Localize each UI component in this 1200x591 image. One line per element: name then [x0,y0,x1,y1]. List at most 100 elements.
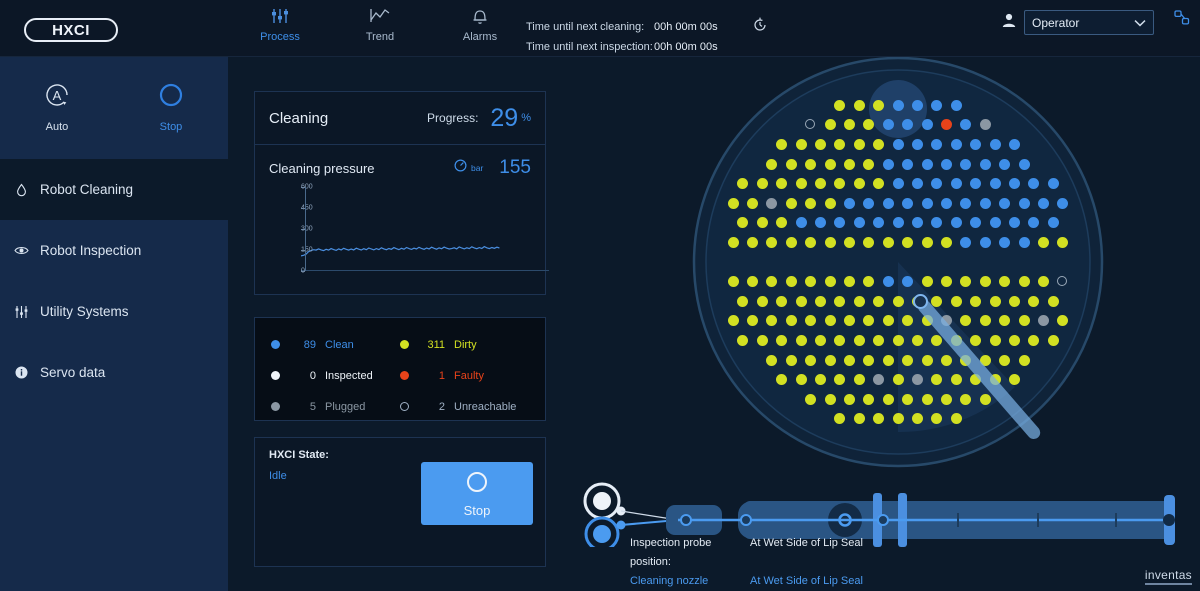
tube-dot-dirty[interactable] [970,335,981,346]
tube-dot-dirty[interactable] [941,355,952,366]
tube-dot-clean[interactable] [912,139,923,150]
tube-dot-dirty[interactable] [893,335,904,346]
tube-dot-dirty[interactable] [951,413,962,424]
tube-dot-dirty[interactable] [1019,355,1030,366]
tube-dot-dirty[interactable] [893,413,904,424]
tube-dot-dirty[interactable] [922,394,933,405]
tube-dot-dirty[interactable] [941,394,952,405]
tube-dot-dirty[interactable] [893,296,904,307]
tube-dot-dirty[interactable] [747,237,758,248]
tube-dot-clean[interactable] [980,198,991,209]
tube-dot-dirty[interactable] [844,159,855,170]
probe-head[interactable] [913,294,928,309]
tube-dot-dirty[interactable] [883,355,894,366]
tube-dot-dirty[interactable] [728,198,739,209]
tube-dot-clean[interactable] [951,178,962,189]
tube-dot-dirty[interactable] [796,178,807,189]
tube-dot-dirty[interactable] [999,355,1010,366]
tube-dot-clean[interactable] [1019,237,1030,248]
tube-dot-clean[interactable] [912,100,923,111]
tube-dot-dirty[interactable] [757,178,768,189]
tube-dot-dirty[interactable] [980,394,991,405]
tube-dot-clean[interactable] [796,217,807,228]
tube-dot-clean[interactable] [980,159,991,170]
tube-dot-dirty[interactable] [902,237,913,248]
tube-dot-dirty[interactable] [805,355,816,366]
tube-dot-clean[interactable] [941,159,952,170]
tube-dot-dirty[interactable] [922,276,933,287]
tube-dot-dirty[interactable] [796,335,807,346]
tube-dot-clean[interactable] [951,100,962,111]
tube-dot-clean[interactable] [999,159,1010,170]
tube-dot-clean[interactable] [912,178,923,189]
tube-dot-dirty[interactable] [951,296,962,307]
tube-dot-dirty[interactable] [776,139,787,150]
tube-dot-dirty[interactable] [1009,374,1020,385]
tube-dot-dirty[interactable] [1038,237,1049,248]
sidebar-item-utility-systems[interactable]: Utility Systems [0,281,228,342]
tube-dot-dirty[interactable] [863,159,874,170]
tube-dot-dirty[interactable] [1019,276,1030,287]
sidebar-item-robot-cleaning[interactable]: Robot Cleaning [0,159,228,220]
tube-dot-dirty[interactable] [951,374,962,385]
nav-tab-process[interactable]: Process [250,5,310,43]
tube-dot-dirty[interactable] [766,159,777,170]
role-select[interactable]: Operator [1024,10,1154,35]
tube-dot-dirty[interactable] [912,335,923,346]
tube-dot-dirty[interactable] [728,237,739,248]
tube-dot-dirty[interactable] [893,374,904,385]
mode-button-auto[interactable]: A Auto [0,57,114,145]
tube-dot-clean[interactable] [1019,159,1030,170]
tube-dot-clean[interactable] [922,119,933,130]
tube-dot-clean[interactable] [893,139,904,150]
tube-dot-clean[interactable] [999,198,1010,209]
stop-button[interactable]: Stop [421,462,533,525]
tube-dot-clean[interactable] [1048,178,1059,189]
tube-dot-dirty[interactable] [766,355,777,366]
tube-dot-plugged[interactable] [912,374,923,385]
tube-dot-dirty[interactable] [902,394,913,405]
tube-dot-dirty[interactable] [815,139,826,150]
tube-dot-dirty[interactable] [931,296,942,307]
tube-dot-clean[interactable] [951,217,962,228]
tube-dot-clean[interactable] [893,100,904,111]
tube-dot-clean[interactable] [893,178,904,189]
tube-dot-dirty[interactable] [1048,335,1059,346]
tube-dot-clean[interactable] [990,217,1001,228]
tube-dot-dirty[interactable] [854,374,865,385]
tube-dot-dirty[interactable] [1009,335,1020,346]
tube-dot-dirty[interactable] [1019,315,1030,326]
tube-dot-dirty[interactable] [815,374,826,385]
tube-dot-dirty[interactable] [854,296,865,307]
tube-dot-dirty[interactable] [786,355,797,366]
connection-icon[interactable] [1172,8,1192,33]
tube-dot-dirty[interactable] [825,198,836,209]
tube-dot-dirty[interactable] [883,394,894,405]
tube-dot-dirty[interactable] [776,296,787,307]
tube-dot-dirty[interactable] [825,315,836,326]
tube-dot-dirty[interactable] [825,119,836,130]
tube-dot-dirty[interactable] [737,296,748,307]
tube-dot-dirty[interactable] [883,237,894,248]
tube-dot-dirty[interactable] [805,198,816,209]
tube-dot-clean[interactable] [883,276,894,287]
tube-dot-dirty[interactable] [873,335,884,346]
tube-dot-dirty[interactable] [854,139,865,150]
tube-dot-dirty[interactable] [786,276,797,287]
tube-dot-dirty[interactable] [970,296,981,307]
tube-dot-dirty[interactable] [854,413,865,424]
tube-dot-dirty[interactable] [873,296,884,307]
tube-dot-dirty[interactable] [786,159,797,170]
tube-dot-dirty[interactable] [757,335,768,346]
tube-dot-clean[interactable] [960,159,971,170]
nav-tab-trend[interactable]: Trend [350,5,410,43]
tube-dot-dirty[interactable] [815,178,826,189]
tube-dot-dirty[interactable] [757,296,768,307]
tube-dot-dirty[interactable] [990,296,1001,307]
tube-dot-dirty[interactable] [825,237,836,248]
tube-dot-dirty[interactable] [834,296,845,307]
nav-tab-alarms[interactable]: Alarms [450,5,510,43]
tube-dot-clean[interactable] [1019,198,1030,209]
tube-dot-clean[interactable] [883,159,894,170]
tube-dot-dirty[interactable] [941,237,952,248]
